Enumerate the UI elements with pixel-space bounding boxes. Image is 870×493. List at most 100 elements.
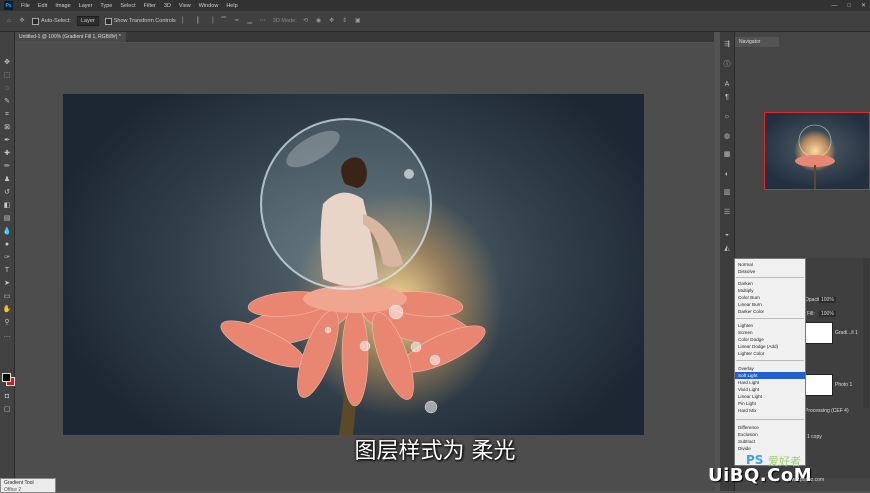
blur-tool-icon[interactable]: 💧 [2,227,12,237]
distribute-icon[interactable]: ⋯ [259,17,267,25]
character-icon[interactable]: A [722,80,732,90]
blend-pin-light[interactable]: Pin Light [738,400,804,407]
properties-icon[interactable]: ☰ [722,208,732,218]
type-tool-icon[interactable]: T [2,266,12,276]
blend-color-dodge[interactable]: Color Dodge [738,336,804,343]
show-transform-option[interactable]: Show Transform Controls [104,17,176,25]
healing-brush-icon[interactable]: ✚ [2,149,12,159]
lasso-tool-icon[interactable]: ◌ [2,84,12,94]
frame-tool-icon[interactable]: ⊠ [2,123,12,133]
blend-hard-light[interactable]: Hard Light [738,379,804,386]
menu-edit[interactable]: Edit [34,3,51,9]
quick-select-tool-icon[interactable]: ✎ [2,97,12,107]
layer-processing[interactable]: Processing (CEF 4) [805,408,849,414]
blend-screen[interactable]: Screen [738,329,804,336]
home-icon[interactable]: ⌂ [5,17,13,25]
3d-scale-icon[interactable]: ▣ [354,17,362,25]
shape-tool-icon[interactable]: ▭ [2,292,12,302]
menu-filter[interactable]: Filter [140,3,160,9]
info-icon[interactable]: ⓘ [722,60,732,70]
auto-select-dropdown[interactable]: Layer [76,16,99,26]
lightbulb-icon[interactable]: ☼ [722,112,732,122]
navigator-tab[interactable]: Navigator [735,37,779,47]
auto-select-checkbox[interactable] [32,17,39,25]
menu-help[interactable]: Help [222,3,241,9]
move-tool-icon[interactable]: ✥ [2,58,12,68]
show-transform-checkbox[interactable] [104,17,112,25]
adjustments-icon[interactable]: ◐ [722,170,732,180]
menu-image[interactable]: Image [51,3,74,9]
channels-icon[interactable]: ◒ [722,230,732,240]
3d-roll-icon[interactable]: ◉ [315,17,323,25]
blend-multiply[interactable]: Multiply [738,287,804,294]
foreground-color-swatch[interactable] [2,373,11,382]
menu-3d[interactable]: 3D [160,3,175,9]
menu-select[interactable]: Select [116,3,139,9]
align-left-icon[interactable]: ▏ [181,17,189,25]
blend-soft-light[interactable]: Soft Light [735,372,805,379]
paragraph-icon[interactable]: ¶ [722,93,732,103]
marquee-tool-icon[interactable]: ⬚ [2,71,12,81]
swatches-icon[interactable]: ▦ [722,150,732,160]
menu-view[interactable]: View [175,3,195,9]
path-select-icon[interactable]: ➤ [2,279,12,289]
blend-difference[interactable]: Difference [738,424,804,431]
align-top-icon[interactable]: ▔ [220,17,228,25]
layer-thumb-gradient[interactable] [805,322,833,344]
layer-name-photo[interactable]: Photo 1 [835,382,852,388]
blend-linear-dodge[interactable]: Linear Dodge (Add) [738,343,804,350]
blend-darker-color[interactable]: Darker Color [738,308,804,315]
fill-value[interactable]: 100% [819,311,836,317]
close-icon[interactable]: ✕ [861,2,866,9]
blend-color-burn[interactable]: Color Burn [738,294,804,301]
menu-layer[interactable]: Layer [75,3,97,9]
blend-normal[interactable]: Normal [738,261,804,268]
screen-mode-icon[interactable]: ▢ [2,405,12,415]
blend-darken[interactable]: Darken [738,280,804,287]
3d-pan-icon[interactable]: ✥ [328,17,336,25]
minimize-icon[interactable]: — [831,3,837,9]
eraser-tool-icon[interactable]: ◧ [2,201,12,211]
blend-lighter-color[interactable]: Lighter Color [738,350,804,357]
blend-vivid-light[interactable]: Vivid Light [738,386,804,393]
libraries-icon[interactable]: ▥ [722,188,732,198]
history-icon[interactable]: ⇶ [722,40,732,50]
paths-icon[interactable]: ◭ [722,244,732,254]
blend-hard-mix[interactable]: Hard Mix [738,407,804,414]
pen-tool-icon[interactable]: ✑ [2,253,12,263]
layer-name-gradient[interactable]: Gradi...ll 1 [835,330,858,336]
menu-type[interactable]: Type [96,3,116,9]
opacity-value[interactable]: 100% [819,297,836,303]
brush-tool-icon[interactable]: ✏ [2,162,12,172]
layers-scrollbar[interactable] [863,258,869,408]
hand-tool-icon[interactable]: ✋ [2,305,12,315]
more-tools-icon[interactable]: … [2,331,12,341]
blend-overlay[interactable]: Overlay [738,365,804,372]
menu-file[interactable]: File [17,3,34,9]
align-center-icon[interactable]: ┃ [194,17,202,25]
navigator-preview[interactable] [764,112,870,190]
align-right-icon[interactable]: ▕ [207,17,215,25]
artwork-canvas[interactable] [63,94,644,435]
align-bottom-icon[interactable]: ▁ [246,17,254,25]
align-middle-icon[interactable]: ━ [233,17,241,25]
3d-rotate-icon[interactable]: ⟲ [302,17,310,25]
blend-dissolve[interactable]: Dissolve [738,268,804,275]
move-tool-icon[interactable]: ✥ [18,17,26,25]
document-tab[interactable]: Untitled-1 @ 100% (Gradient Fill 1, RGB/… [14,32,126,42]
eyedropper-tool-icon[interactable]: ✒ [2,136,12,146]
crop-tool-icon[interactable]: ⌗ [2,110,12,120]
history-brush-icon[interactable]: ↺ [2,188,12,198]
layer-thumb-photo[interactable] [805,374,833,396]
menu-window[interactable]: Window [195,3,223,9]
photoshop-logo[interactable]: Ps [4,1,13,10]
zoom-tool-icon[interactable]: ⚲ [2,318,12,328]
color-icon[interactable]: ◍ [722,132,732,142]
blend-linear-burn[interactable]: Linear Burn [738,301,804,308]
dodge-tool-icon[interactable]: ● [2,240,12,250]
blend-lighten[interactable]: Lighten [738,322,804,329]
gradient-tool-icon[interactable]: ▤ [2,214,12,224]
auto-select-option[interactable]: Auto-Select: [32,17,71,25]
maximize-icon[interactable]: □ [847,3,851,9]
3d-slide-icon[interactable]: ⇕ [341,17,349,25]
